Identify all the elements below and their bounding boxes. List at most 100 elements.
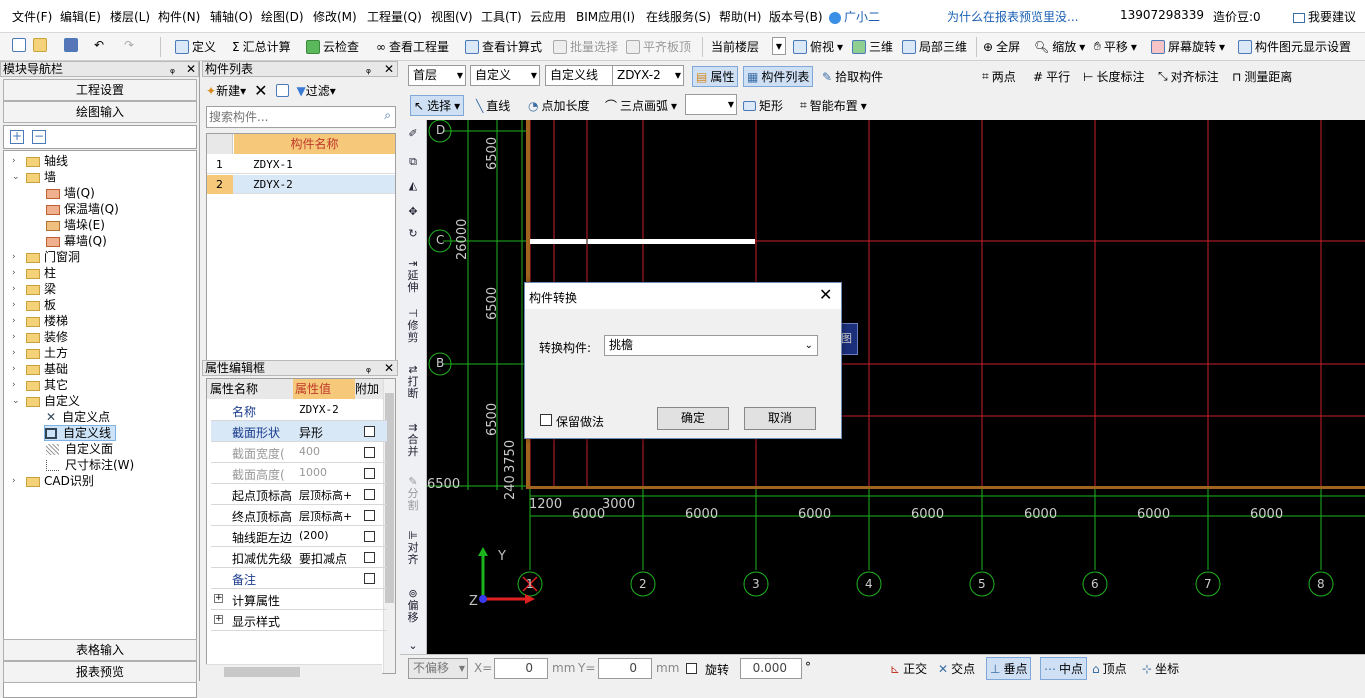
filter-button[interactable]: ▼过滤▾ [297,82,336,99]
new-file-icon[interactable] [12,38,26,52]
table-row[interactable]: 1 ZDYX-1 [207,155,395,174]
display-settings-button[interactable]: 构件图元显示设置 [1238,38,1351,55]
checkbox[interactable] [364,531,375,542]
pin-icon[interactable]: ᵩ [170,62,175,76]
floor-select[interactable]: 首层 ▼ [408,65,466,86]
pin-icon[interactable]: ᵩ [366,62,371,76]
select-tool-button[interactable]: ↖ 选择 ▾ [410,95,465,116]
brush-icon[interactable]: ✐ [405,128,421,140]
expand-all-icon[interactable]: + [10,130,24,144]
chevron-down-icon[interactable]: ⌄ [12,396,20,406]
table-input-button[interactable]: 表格输入 [3,639,197,661]
prop-row-start-elev[interactable]: 起点顶标高 层顶标高+ [211,484,387,505]
component-select[interactable]: ZDYX-2 ▼ [612,65,684,86]
close-icon[interactable]: ✕ [819,285,832,304]
prop-row-end-elev[interactable]: 终点顶标高 层顶标高+ [211,505,387,526]
checkbox[interactable] [364,447,375,458]
mid-snap[interactable]: ⋯ 中点 [1040,657,1088,680]
menu-component[interactable]: 构件(N) [158,8,200,25]
tree-item-axis[interactable]: 轴线 [26,154,68,168]
ok-button[interactable]: 确定 [657,407,729,430]
measure-distance-button[interactable]: ⊓ 测量距离 [1232,68,1292,85]
offset-button[interactable]: ⊚ 偏移 [405,588,421,624]
chevron-right-icon[interactable]: › [12,364,16,374]
drawing-input-button[interactable]: 绘图输入 [3,101,197,123]
menu-file[interactable]: 文件(F) [12,8,52,25]
convert-component-select[interactable]: 挑檐 ⌄ [604,335,818,356]
collapse-all-icon[interactable]: − [32,130,46,144]
zoom-button[interactable]: 🔍︎ 缩放 ▾ [1034,38,1085,55]
view-formula-button[interactable]: 查看计算式 [465,38,542,55]
ortho-toggle[interactable]: ⊾ 正交 [890,660,927,677]
mirror-icon[interactable]: ◭ [405,180,421,192]
tree-item-earthwork[interactable]: 土方 [26,346,68,360]
rotate-checkbox[interactable] [686,663,697,674]
tree-item-beam[interactable]: 梁 [26,282,56,296]
checkbox[interactable] [364,468,375,479]
intersect-snap[interactable]: ✕ 交点 [938,660,975,677]
align-slab-button[interactable]: 平齐板顶 [626,38,691,55]
move-icon[interactable]: ✥ [405,206,421,218]
close-icon[interactable]: ✕ [186,62,196,76]
length-mark-button[interactable]: ⊢ 长度标注 [1083,68,1144,85]
user-phone[interactable]: 13907298339 [1120,8,1204,22]
line-tool-button[interactable]: ╲ 直线 [476,97,510,114]
define-button[interactable]: 定义 [175,38,216,55]
y-input[interactable]: 0 [598,658,652,679]
chevron-right-icon[interactable]: › [12,252,16,262]
extend-button[interactable]: ⇥ 延伸 [405,258,421,294]
chevron-right-icon[interactable]: › [12,380,16,390]
tree-item-column[interactable]: 柱 [26,266,56,280]
chevron-right-icon[interactable]: › [12,156,16,166]
offset-select[interactable]: 不偏移 ▼ [408,658,468,679]
copy-icon[interactable] [275,84,289,97]
menu-tools[interactable]: 工具(T) [481,8,522,25]
prop-row-name[interactable]: 名称 ZDYX-2 [211,400,387,421]
undo-icon[interactable]: ↶ [94,38,104,52]
checkbox[interactable] [364,510,375,521]
menu-version[interactable]: 版本号(B) [769,8,823,25]
project-settings-button[interactable]: 工程设置 [3,79,197,101]
tree-item-wall[interactable]: 墙 [26,170,56,184]
chevron-right-icon[interactable]: › [12,300,16,310]
copy-icon[interactable]: ⧉ [405,156,421,168]
tree-item-stairs[interactable]: 楼梯 [26,314,68,328]
add-length-button[interactable]: ◔ 点加长度 [528,97,590,114]
tree-item-wall-q[interactable]: 墙(Q) [46,186,95,200]
tree-item-foundation[interactable]: 基础 [26,362,68,376]
3d-button[interactable]: 三维 [852,38,893,55]
local-3d-button[interactable]: 局部三维 [902,38,967,55]
open-file-icon[interactable] [33,38,47,52]
x-input[interactable]: 0 [494,658,548,679]
checkbox[interactable] [364,552,375,563]
checkbox[interactable] [364,489,375,500]
prop-hscrollbar[interactable] [206,664,382,678]
chevron-right-icon[interactable]: › [12,268,16,278]
search-input[interactable] [209,108,369,126]
align-button[interactable]: ⊫ 对齐 [405,530,421,566]
menu-bim[interactable]: BIM应用(I) [576,8,635,25]
report-preview-button[interactable]: 报表预览 [3,661,197,683]
save-icon[interactable] [64,38,78,52]
component-list-toggle[interactable]: ▦ 构件列表 [743,66,814,87]
prop-row-section-shape[interactable]: 截面形状 异形 [211,421,387,442]
align-mark-button[interactable]: ⤡ 对齐标注 [1158,68,1219,85]
arc-tool-button[interactable]: ⌒ 三点画弧 ▾ [605,97,677,114]
menu-online[interactable]: 在线服务(S) [646,8,711,25]
fullscreen-button[interactable]: ⊕ 全屏 [983,38,1020,55]
tree-item-insulation-wall[interactable]: 保温墙(Q) [46,202,119,216]
perp-snap[interactable]: ⊥ 垂点 [986,657,1032,680]
tree-item-curtain-wall[interactable]: 幕墙(Q) [46,234,107,248]
floor-dropdown[interactable]: ▼ [772,37,786,55]
tree-item-slab[interactable]: 板 [26,298,56,312]
prop-row-deduct-priority[interactable]: 扣减优先级 要扣减点 [211,547,387,568]
batch-select-button[interactable]: 批量选择 [553,38,618,55]
tree-item-dimension[interactable]: 尺寸标注(W) [46,458,134,472]
prop-group-display[interactable]: + 显示样式 [211,610,387,631]
view-quantity-button[interactable]: ∞ 查看工程量 [376,38,449,55]
chevron-right-icon[interactable]: › [12,332,16,342]
delete-icon[interactable]: ✕ [254,81,267,100]
cloud-check-button[interactable]: 云检查 [306,38,359,55]
parallel-button[interactable]: # 平行 [1033,68,1070,85]
chevron-right-icon[interactable]: › [12,316,16,326]
